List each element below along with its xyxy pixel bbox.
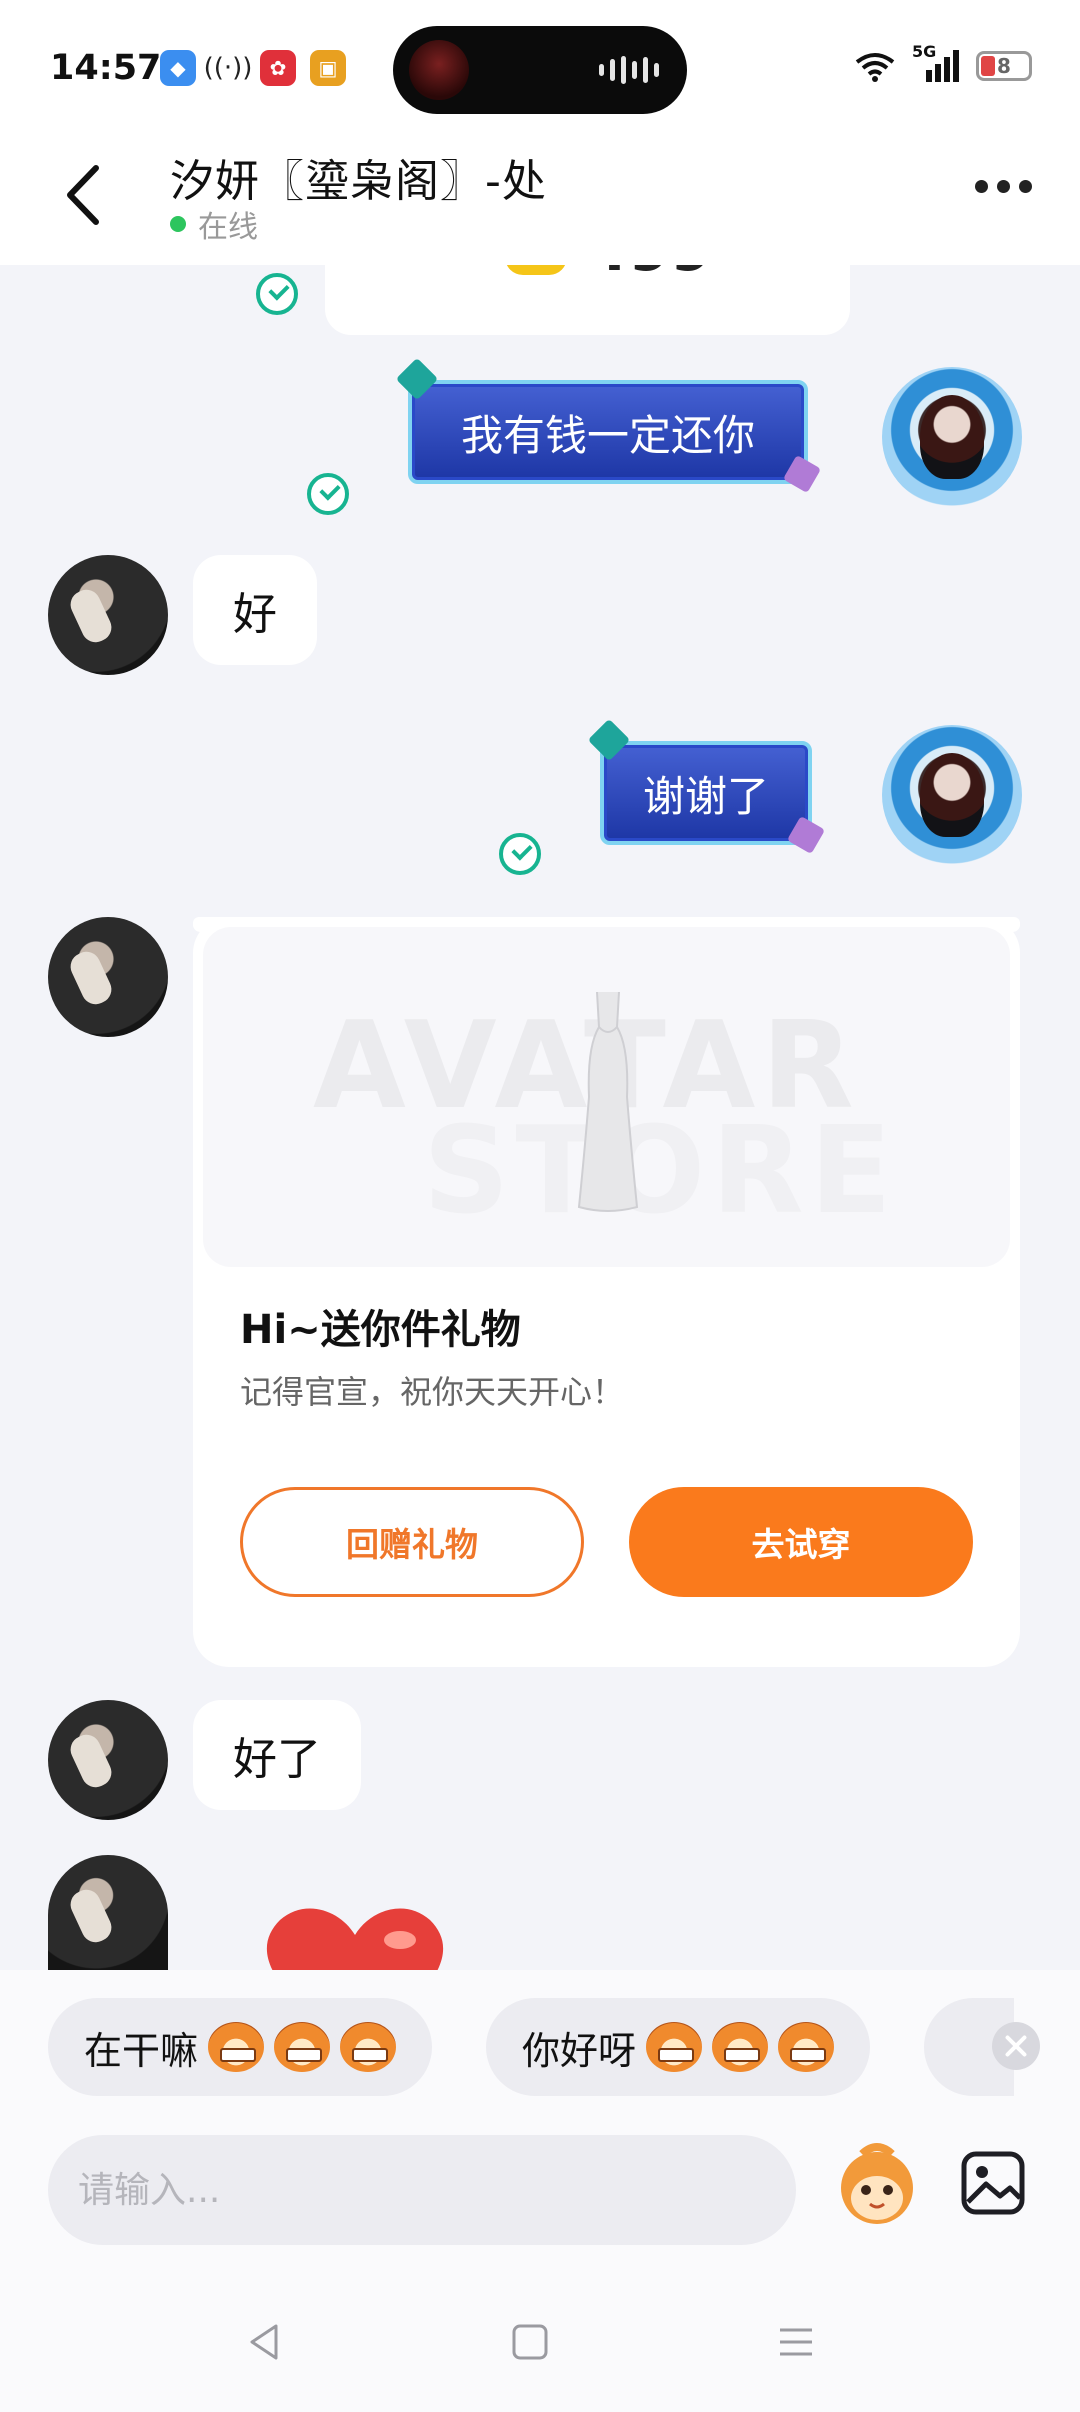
sent-message-bubble[interactable]: 谢谢了 [587, 718, 826, 855]
dynamic-island[interactable] [393, 26, 687, 114]
chat-header: 汐妍〖瑬枭阁〗-处 在线 [0, 130, 1080, 265]
butterfly-decoration-icon [587, 718, 631, 762]
gift-preview-image[interactable]: AVATAR STORE [203, 927, 1010, 1267]
contact-avatar[interactable] [48, 917, 168, 1037]
nav-home-icon[interactable] [508, 2320, 552, 2364]
monkey-grin-emoji-icon [340, 2022, 397, 2072]
gift-title: Hi~送你件礼物 [240, 1307, 521, 1353]
message-text: 好了 [233, 1734, 321, 1785]
online-dot-icon [170, 216, 186, 232]
my-avatar[interactable] [882, 725, 1022, 865]
contact-avatar[interactable] [48, 1700, 168, 1820]
close-quick-replies-icon[interactable] [992, 2022, 1040, 2070]
app-notification-icon: ◆ [160, 50, 196, 86]
quick-reply-chip[interactable]: 在干嘛 [48, 1998, 433, 2096]
status-right: 5G 8 [854, 42, 1032, 84]
chevron-left-icon[interactable] [58, 160, 108, 230]
monkey-surprised-emoji-icon [712, 2022, 769, 2072]
online-status-label: 在线 [198, 210, 258, 245]
monkey-grin-emoji-icon [274, 2022, 331, 2072]
message-text: 好 [233, 589, 277, 640]
image-picker-icon[interactable] [960, 2150, 1026, 2216]
return-gift-button[interactable]: 回赠礼物 [240, 1487, 584, 1597]
battery-level: 8 [997, 54, 1011, 78]
heart-sticker[interactable] [250, 1900, 460, 1970]
dress-icon [577, 991, 639, 1212]
coin-icon [505, 265, 567, 275]
hotspot-icon: ((·)) [203, 53, 253, 83]
notification-icons: ◆ ((·)) ✿ ▣ [160, 50, 346, 86]
app-notification-icon: ✿ [260, 50, 296, 86]
received-message-bubble[interactable]: 好了 [193, 1700, 361, 1810]
read-check-icon [256, 273, 298, 315]
read-check-icon [307, 473, 349, 515]
gift-card-container[interactable]: AVATAR STORE Hi~送你件礼物 记得官宣，祝你天天开心！ 回赠礼物 … [193, 917, 1020, 1667]
wifi-icon [855, 53, 895, 82]
message-input[interactable] [48, 2135, 796, 2245]
monkey-grin-emoji-icon [208, 2022, 265, 2072]
quick-reply-chip[interactable]: 你好呀 [486, 1998, 871, 2096]
contact-avatar[interactable] [48, 555, 168, 675]
heart-icon [266, 1908, 444, 1970]
gift-subtitle: 记得官宣，祝你天天开心！ [240, 1373, 625, 1411]
crystal-decoration-icon [782, 454, 822, 494]
butterfly-decoration-icon [395, 357, 439, 401]
gift-amount: 499 [587, 265, 712, 285]
quick-reply-text: 在干嘛 [84, 2028, 199, 2073]
watermark-store: STORE [423, 1102, 898, 1241]
monkey-surprised-emoji-icon [778, 2022, 835, 2072]
audio-wave-icon [599, 56, 659, 84]
system-nav-bar [0, 2280, 1080, 2410]
more-dots-icon[interactable] [975, 180, 1032, 193]
my-avatar[interactable] [882, 367, 1022, 507]
battery-icon: 8 [976, 51, 1032, 81]
status-bar: 14:57 ◆ ((·)) ✿ ▣ 5G 8 [0, 0, 1080, 130]
composer-area: 在干嘛 你好呀 [0, 1970, 1080, 2412]
chat-title[interactable]: 汐妍〖瑬枭阁〗-处 [170, 145, 547, 209]
partial-gift-card[interactable]: 499 [325, 265, 850, 335]
message-text: 我有钱一定还你 [460, 410, 755, 460]
sent-message-bubble[interactable]: 我有钱一定还你 [395, 357, 822, 494]
received-message-bubble[interactable]: 好 [193, 555, 317, 665]
app-notification-icon: ▣ [310, 50, 346, 86]
music-cover-icon [409, 40, 469, 100]
nav-menu-icon[interactable] [774, 2320, 818, 2364]
nav-back-icon[interactable] [242, 2320, 286, 2364]
read-check-icon [499, 833, 541, 875]
quick-reply-text: 你好呀 [522, 2028, 637, 2073]
monkey-mascot-icon[interactable] [832, 2140, 922, 2230]
try-on-button[interactable]: 去试穿 [629, 1487, 973, 1597]
monkey-surprised-emoji-icon [646, 2022, 703, 2072]
status-time: 14:57 [50, 48, 162, 88]
online-status: 在线 [170, 202, 258, 246]
contact-avatar[interactable] [48, 1855, 168, 1970]
crystal-decoration-icon [786, 815, 826, 855]
message-text: 谢谢了 [642, 771, 769, 821]
signal-icon: 5G [912, 42, 960, 84]
